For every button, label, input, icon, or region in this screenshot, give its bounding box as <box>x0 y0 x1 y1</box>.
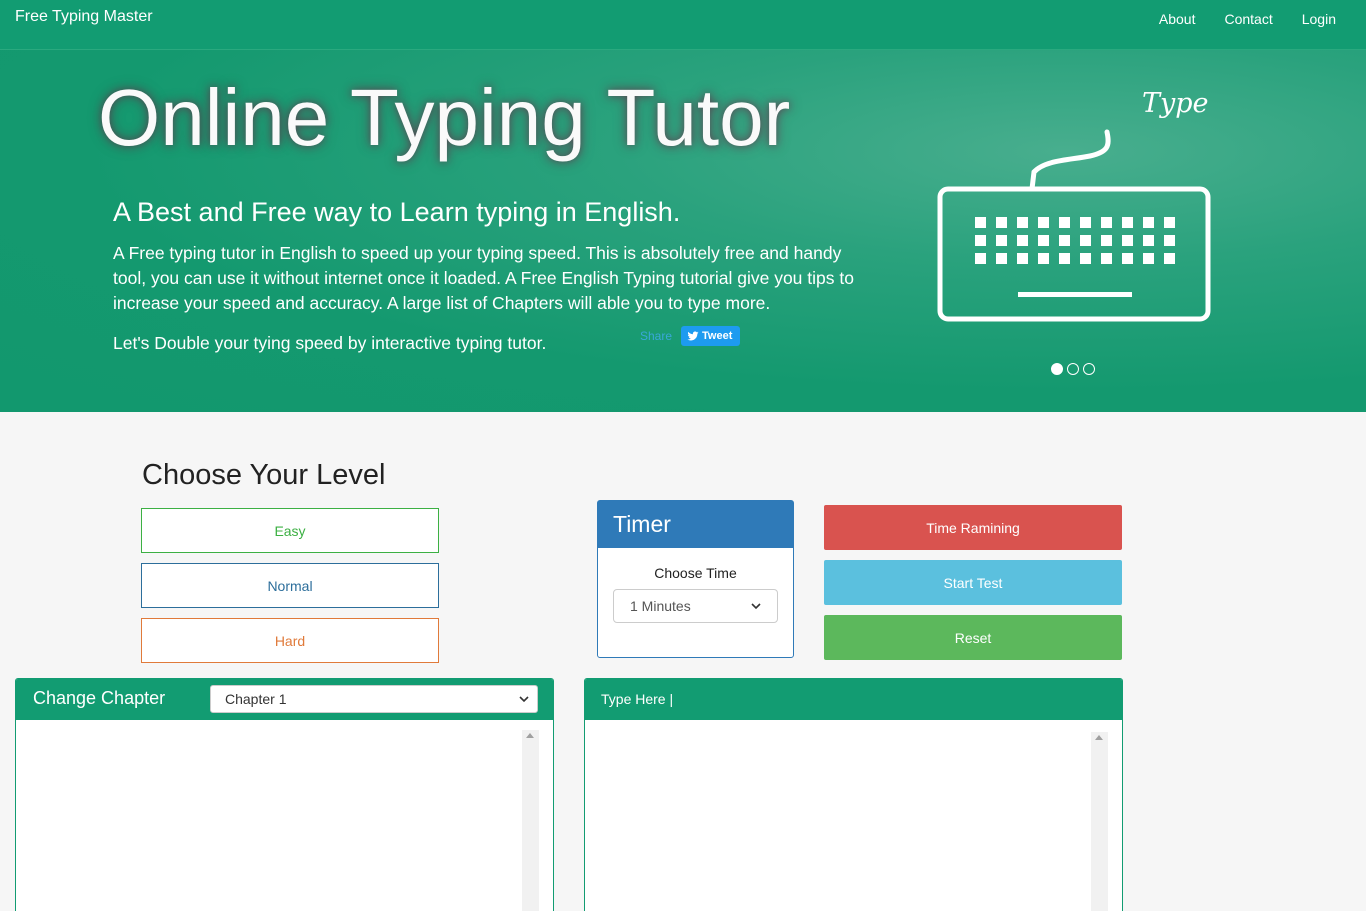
reset-button[interactable]: Reset <box>824 615 1122 660</box>
time-remaining-button[interactable]: Time Ramining <box>824 505 1122 550</box>
chapter-panel-header: Change Chapter Chapter 1 <box>16 679 553 720</box>
type-panel: Type Here | <box>584 678 1123 911</box>
time-select-value: 1 Minutes <box>630 598 691 614</box>
nav-links: About Contact Login <box>1130 11 1336 27</box>
carousel-indicators <box>1051 363 1095 375</box>
level-title: Choose Your Level <box>142 459 386 491</box>
timer-panel: Timer Choose Time 1 Minutes <box>597 500 794 658</box>
chevron-down-icon <box>751 603 761 610</box>
hero-subtitle: A Best and Free way to Learn typing in E… <box>113 197 681 227</box>
twitter-bird-icon <box>687 331 699 341</box>
chapter-select[interactable]: Chapter 1 <box>210 685 538 713</box>
time-select[interactable]: 1 Minutes <box>613 589 778 623</box>
keyboard-icon <box>937 129 1211 322</box>
tweet-button[interactable]: Tweet <box>681 326 741 346</box>
hero-description: A Free typing tutor in English to speed … <box>113 243 854 313</box>
hero-cta-text: Let's Double your tying speed by interac… <box>113 333 547 353</box>
navbar: Free Typing Master About Contact Login <box>0 0 1366 50</box>
nav-contact-link[interactable]: Contact <box>1224 11 1272 27</box>
scroll-up-arrow-icon[interactable] <box>1095 735 1103 740</box>
choose-time-label: Choose Time <box>654 565 737 581</box>
share-link[interactable]: Share <box>640 329 672 343</box>
nav-login-link[interactable]: Login <box>1302 11 1336 27</box>
tweet-label: Tweet <box>702 330 733 342</box>
typing-input-area[interactable] <box>601 732 1091 911</box>
chevron-down-icon <box>519 696 529 703</box>
start-test-button[interactable]: Start Test <box>824 560 1122 605</box>
typing-scrollbar[interactable] <box>1091 732 1108 911</box>
level-normal-button[interactable]: Normal <box>141 563 439 608</box>
hero-title: Online Typing Tutor <box>98 73 791 162</box>
type-here-title: Type Here | <box>601 691 674 707</box>
chapter-text-area[interactable] <box>32 730 522 911</box>
brand-logo[interactable]: Free Typing Master <box>15 8 153 26</box>
carousel-dot-1[interactable] <box>1051 363 1063 375</box>
carousel-dot-2[interactable] <box>1067 363 1079 375</box>
chapter-scrollbar[interactable] <box>522 730 539 911</box>
scroll-up-arrow-icon[interactable] <box>526 733 534 738</box>
level-easy-button[interactable]: Easy <box>141 508 439 553</box>
chapter-panel: Change Chapter Chapter 1 <box>15 678 554 911</box>
hero-banner: Online Typing Tutor A Best and Free way … <box>0 50 1366 412</box>
type-panel-header: Type Here | <box>585 679 1122 720</box>
carousel-dot-3[interactable] <box>1083 363 1095 375</box>
change-chapter-title: Change Chapter <box>33 688 166 708</box>
level-hard-button[interactable]: Hard <box>141 618 439 663</box>
chapter-select-value: Chapter 1 <box>225 691 287 707</box>
nav-about-link[interactable]: About <box>1159 11 1196 27</box>
timer-title: Timer <box>598 501 793 548</box>
